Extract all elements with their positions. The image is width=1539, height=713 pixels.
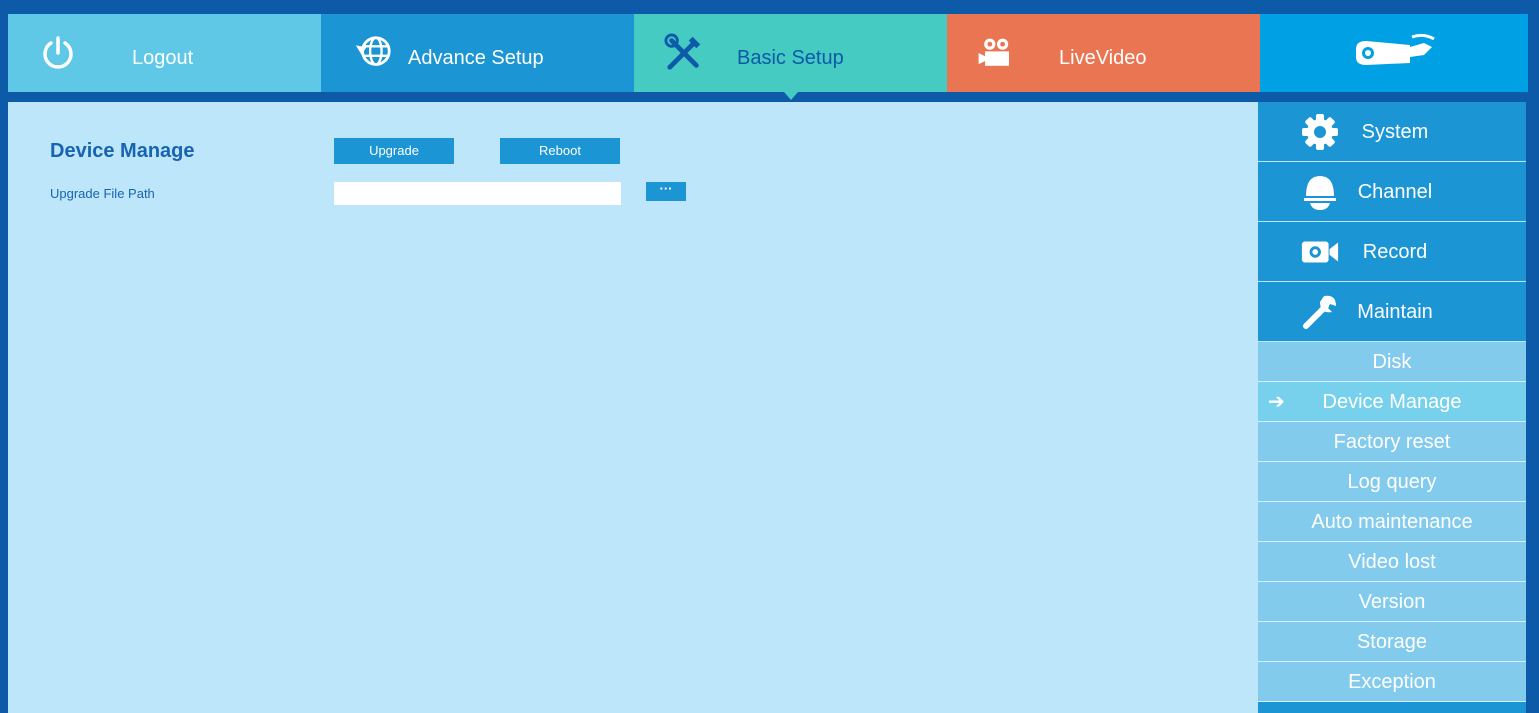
sidebar-item-label: Channel bbox=[1357, 181, 1433, 203]
sidebar-item-video-lost[interactable]: Video lost bbox=[1258, 542, 1526, 582]
top-navigation: Logout Advance Setup Basic Setup LiveVid… bbox=[8, 14, 1528, 100]
sidebar-subitem-label: Auto maintenance bbox=[1311, 511, 1473, 533]
upgrade-file-path-label: Upgrade File Path bbox=[50, 186, 155, 201]
sidebar-item-record[interactable]: Record bbox=[1258, 222, 1526, 282]
sidebar-item-label: Maintain bbox=[1357, 301, 1433, 323]
sidebar-item-version[interactable]: Version bbox=[1258, 582, 1526, 622]
sidebar-subitem-label: Factory reset bbox=[1333, 431, 1451, 453]
brand-logo bbox=[1260, 14, 1528, 92]
bullet-camera-icon bbox=[1352, 33, 1436, 73]
sidebar-item-storage[interactable]: Storage bbox=[1258, 622, 1526, 662]
movie-camera-icon bbox=[977, 33, 1017, 73]
tab-advance-label: Advance Setup bbox=[408, 47, 544, 69]
tab-basic-label: Basic Setup bbox=[737, 47, 844, 69]
tab-basic-setup[interactable]: Basic Setup bbox=[634, 14, 947, 100]
tab-live-video[interactable]: LiveVideo bbox=[947, 14, 1260, 92]
tab-advance-setup[interactable]: Advance Setup bbox=[321, 14, 634, 92]
sidebar-subitem-label: Disk bbox=[1372, 351, 1412, 373]
sidebar-subitem-label: Log query bbox=[1347, 471, 1437, 493]
sidebar-item-log-query[interactable]: Log query bbox=[1258, 462, 1526, 502]
sidebar: System Channel Record Maintain Disk ➔ De… bbox=[1258, 102, 1526, 713]
sidebar-item-disk[interactable]: Disk bbox=[1258, 342, 1526, 382]
sidebar-subitem-label: Video lost bbox=[1348, 551, 1436, 573]
browse-button[interactable]: ··· bbox=[646, 182, 686, 201]
upgrade-file-path-input[interactable] bbox=[334, 182, 621, 205]
sidebar-item-label: Record bbox=[1362, 241, 1428, 263]
sidebar-item-label: System bbox=[1361, 121, 1429, 143]
main-content: Device Manage Upgrade Reboot Upgrade Fil… bbox=[8, 102, 1258, 713]
arrow-right-icon: ➔ bbox=[1268, 391, 1285, 413]
upgrade-button[interactable]: Upgrade bbox=[334, 138, 454, 164]
sidebar-item-maintain[interactable]: Maintain bbox=[1258, 282, 1526, 342]
tab-logout-label: Logout bbox=[132, 47, 194, 69]
sidebar-subitem-label: Device Manage bbox=[1322, 391, 1462, 413]
tools-icon bbox=[664, 33, 704, 73]
reboot-button[interactable]: Reboot bbox=[500, 138, 620, 164]
page-title: Device Manage bbox=[50, 140, 195, 162]
sidebar-item-exception[interactable]: Exception bbox=[1258, 662, 1526, 702]
sidebar-item-factory-reset[interactable]: Factory reset bbox=[1258, 422, 1526, 462]
sidebar-item-system[interactable]: System bbox=[1258, 102, 1526, 162]
sidebar-subitem-label: Exception bbox=[1348, 671, 1436, 693]
sidebar-item-auto-maintenance[interactable]: Auto maintenance bbox=[1258, 502, 1526, 542]
tab-live-label: LiveVideo bbox=[1059, 47, 1147, 69]
sidebar-item-device-manage[interactable]: ➔ Device Manage bbox=[1258, 382, 1526, 422]
globe-icon bbox=[353, 33, 393, 73]
sidebar-item-channel[interactable]: Channel bbox=[1258, 162, 1526, 222]
power-icon bbox=[38, 33, 78, 73]
sidebar-subitem-label: Version bbox=[1358, 591, 1426, 613]
sidebar-subitem-label: Storage bbox=[1356, 631, 1428, 653]
tab-logout[interactable]: Logout bbox=[8, 14, 321, 92]
